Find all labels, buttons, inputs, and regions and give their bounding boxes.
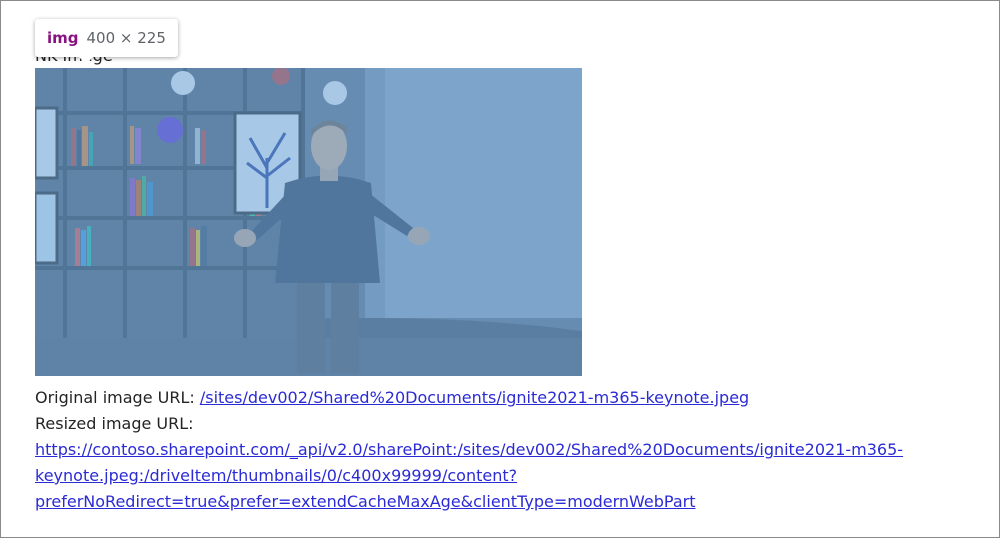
tooltip-arrow [79, 57, 93, 64]
image-info: Original image URL: /sites/dev002/Shared… [35, 385, 975, 515]
tooltip-tag: img [47, 29, 79, 47]
tooltip-dimensions: 400 × 225 [86, 29, 166, 47]
resized-url-line-1: https://contoso.sharepoint.com/_api/v2.0… [35, 440, 904, 459]
resized-url-line-2: keynote.jpeg:/driveItem/thumbnails/0/c40… [35, 466, 518, 485]
page-frame: N‌K Image [0, 0, 1000, 538]
original-url-link[interactable]: /sites/dev002/Shared%20Documents/ignite2… [200, 388, 749, 407]
keynote-image[interactable] [35, 68, 582, 376]
resized-url-label: Resized image URL: [35, 414, 194, 433]
inspector-tooltip: img 400 × 225 [35, 19, 178, 64]
keynote-illustration [35, 68, 582, 376]
resized-url-line-3: preferNoRedirect=true&prefer=extendCache… [35, 492, 696, 511]
original-url-row: Original image URL: /sites/dev002/Shared… [35, 385, 975, 411]
original-url-label: Original image URL: [35, 388, 200, 407]
resized-url-link[interactable]: https://contoso.sharepoint.com/_api/v2.0… [35, 440, 903, 511]
